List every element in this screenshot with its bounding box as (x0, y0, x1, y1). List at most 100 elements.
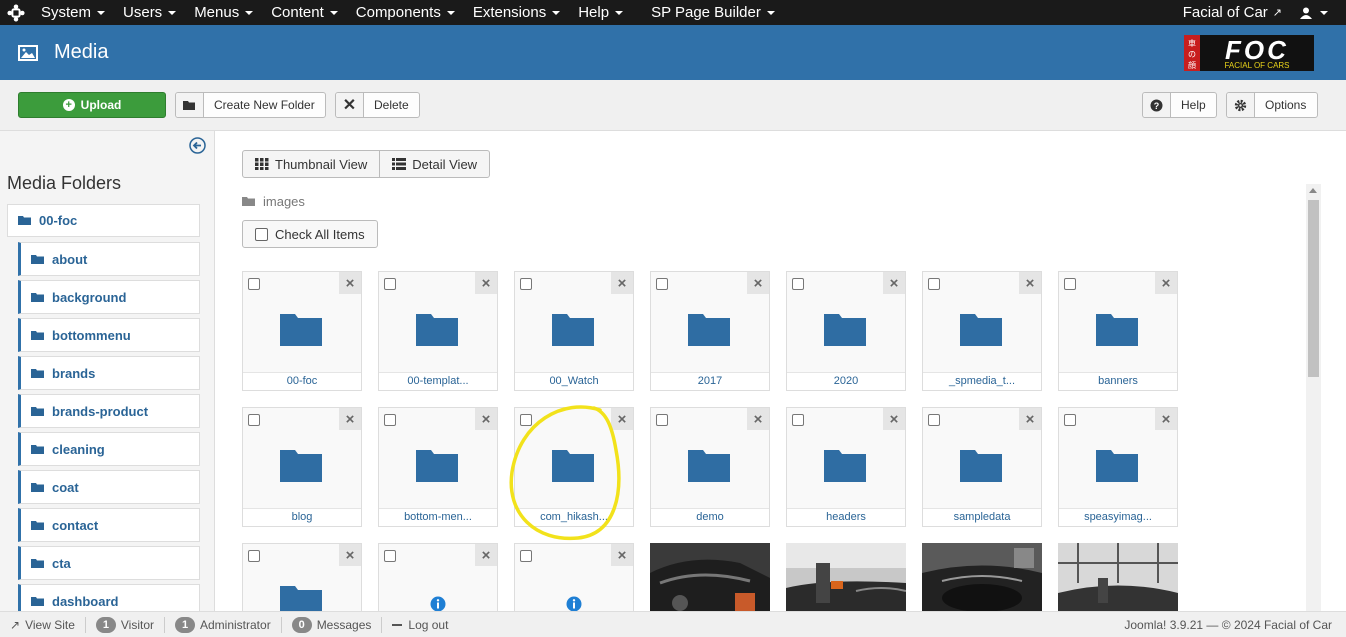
folder-name[interactable]: sampledata (923, 508, 1041, 526)
folder-tree-item[interactable]: coat (18, 470, 200, 504)
item-checkbox[interactable] (248, 550, 260, 562)
menu-sp-page-builder[interactable]: SP Page Builder (642, 0, 784, 25)
delete-x-icon[interactable]: × (883, 272, 905, 294)
detail-view-button[interactable]: Detail View (379, 151, 489, 177)
menu-system[interactable]: System (32, 0, 114, 25)
folder-thumbnail[interactable]: × headers (786, 407, 906, 527)
menu-extensions[interactable]: Extensions (464, 0, 569, 25)
folder-thumbnail[interactable]: × 00_Watch (514, 271, 634, 391)
car-photo-thumbnail[interactable] (1058, 543, 1178, 611)
folder-name[interactable]: 2020 (787, 372, 905, 390)
options-button[interactable]: Options (1226, 92, 1318, 118)
item-checkbox[interactable] (656, 414, 668, 426)
folder-tree-item[interactable]: cleaning (18, 432, 200, 466)
menu-menus[interactable]: Menus (185, 0, 262, 25)
visitors-link[interactable]: 1 Visitor (86, 616, 165, 633)
arrow-left-circle-icon[interactable] (189, 137, 206, 154)
car-photo-thumbnail[interactable] (786, 543, 906, 611)
folder-thumbnail[interactable]: × 2020 (786, 271, 906, 391)
main-scrollbar[interactable] (1306, 184, 1321, 611)
file-thumbnail[interactable]: × (378, 543, 498, 611)
folder-tree-item[interactable]: brands (18, 356, 200, 390)
car-photo-thumbnail[interactable] (922, 543, 1042, 611)
delete-x-icon[interactable]: × (1155, 408, 1177, 430)
scrollbar-thumb[interactable] (1308, 200, 1319, 377)
delete-x-icon[interactable]: × (1019, 408, 1041, 430)
folder-name[interactable]: 00-templat... (379, 372, 497, 390)
folder-name[interactable]: _spmedia_t... (923, 372, 1041, 390)
folder-name[interactable]: 00_Watch (515, 372, 633, 390)
item-checkbox[interactable] (928, 278, 940, 290)
scroll-up-icon[interactable] (1309, 188, 1317, 193)
delete-button[interactable]: ✕ Delete (335, 92, 420, 118)
messages-link[interactable]: 0 Messages (282, 616, 383, 633)
folder-tree-item[interactable]: dashboard (18, 584, 200, 611)
create-folder-button[interactable]: Create New Folder (175, 92, 326, 118)
folder-name[interactable]: 2017 (651, 372, 769, 390)
menu-content[interactable]: Content (262, 0, 347, 25)
delete-x-icon[interactable]: × (747, 408, 769, 430)
folder-name[interactable]: demo (651, 508, 769, 526)
item-checkbox[interactable] (248, 278, 260, 290)
item-checkbox[interactable] (520, 278, 532, 290)
check-all-button[interactable]: Check All Items (242, 220, 378, 248)
delete-x-icon[interactable]: × (339, 408, 361, 430)
item-checkbox[interactable] (1064, 278, 1076, 290)
folder-name[interactable]: speasyimag... (1059, 508, 1177, 526)
folder-tree-item[interactable]: bottommenu (18, 318, 200, 352)
folder-thumbnail[interactable]: × bottom-men... (378, 407, 498, 527)
delete-x-icon[interactable]: × (1155, 272, 1177, 294)
folder-thumbnail[interactable]: × demo (650, 407, 770, 527)
folder-thumbnail[interactable]: × blog (242, 407, 362, 527)
folder-thumbnail[interactable]: × 00-templat... (378, 271, 498, 391)
folder-thumbnail[interactable]: × 00-foc (242, 271, 362, 391)
file-thumbnail[interactable]: × (514, 543, 634, 611)
delete-x-icon[interactable]: × (1019, 272, 1041, 294)
item-checkbox[interactable] (384, 278, 396, 290)
help-button[interactable]: ? Help (1142, 92, 1217, 118)
folder-thumbnail[interactable]: × speasyimag... (1058, 407, 1178, 527)
folder-tree-item[interactable]: background (18, 280, 200, 314)
delete-x-icon[interactable]: × (747, 272, 769, 294)
checkbox[interactable] (255, 227, 268, 241)
joomla-logo-icon[interactable] (0, 0, 32, 25)
item-checkbox[interactable] (248, 414, 260, 426)
delete-x-icon[interactable]: × (475, 408, 497, 430)
view-site-link[interactable]: ↗ View Site (0, 616, 86, 633)
item-checkbox[interactable] (1064, 414, 1076, 426)
item-checkbox[interactable] (792, 414, 804, 426)
folder-thumbnail[interactable]: × sampledata (922, 407, 1042, 527)
folder-tree-item[interactable]: cta (18, 546, 200, 580)
item-checkbox[interactable] (928, 414, 940, 426)
delete-x-icon[interactable]: × (339, 544, 361, 566)
delete-x-icon[interactable]: × (475, 272, 497, 294)
menu-users[interactable]: Users (114, 0, 185, 25)
site-name-link[interactable]: Facial of Car ↗ (1174, 0, 1291, 25)
delete-x-icon[interactable]: × (611, 544, 633, 566)
item-checkbox[interactable] (792, 278, 804, 290)
administrators-link[interactable]: 1 Administrator (165, 616, 282, 633)
user-menu[interactable] (1291, 0, 1346, 25)
folder-thumbnail[interactable]: × (242, 543, 362, 611)
menu-components[interactable]: Components (347, 0, 464, 25)
folder-tree-item[interactable]: brands-product (18, 394, 200, 428)
menu-help[interactable]: Help (569, 0, 632, 25)
item-checkbox[interactable] (384, 550, 396, 562)
item-checkbox[interactable] (656, 278, 668, 290)
upload-button[interactable]: + Upload (18, 92, 166, 118)
folder-tree-item[interactable]: contact (18, 508, 200, 542)
folder-name[interactable]: headers (787, 508, 905, 526)
logout-link[interactable]: Log out (382, 617, 458, 633)
folder-tree-root[interactable]: 00-foc (7, 204, 200, 237)
item-checkbox[interactable] (520, 550, 532, 562)
folder-name[interactable]: 00-foc (243, 372, 361, 390)
folder-name[interactable]: banners (1059, 372, 1177, 390)
delete-x-icon[interactable]: × (339, 272, 361, 294)
folder-thumbnail[interactable]: × _spmedia_t... (922, 271, 1042, 391)
delete-x-icon[interactable]: × (883, 408, 905, 430)
delete-x-icon[interactable]: × (611, 272, 633, 294)
folder-tree-item[interactable]: about (18, 242, 200, 276)
item-checkbox[interactable] (384, 414, 396, 426)
folder-thumbnail[interactable]: × banners (1058, 271, 1178, 391)
folder-name[interactable]: bottom-men... (379, 508, 497, 526)
